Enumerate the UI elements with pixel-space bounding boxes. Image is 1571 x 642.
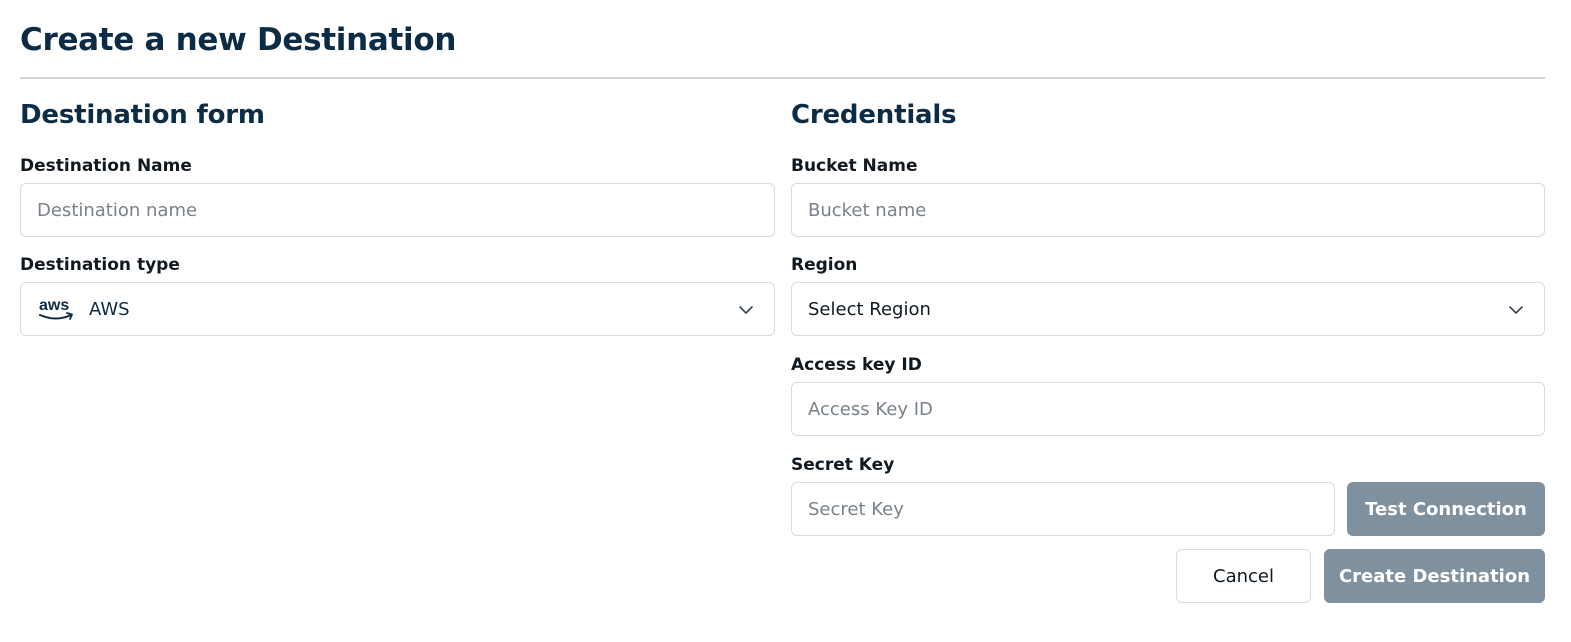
destination-type-select[interactable]: aws AWS — [20, 282, 775, 336]
chevron-down-icon — [739, 306, 753, 314]
region-value: Select Region — [808, 298, 931, 320]
svg-text:aws: aws — [39, 297, 69, 314]
chevron-down-icon — [1509, 306, 1523, 314]
cancel-button[interactable]: Cancel — [1176, 549, 1311, 603]
bucket-name-input[interactable] — [791, 183, 1545, 237]
bucket-name-label: Bucket Name — [791, 156, 918, 176]
destination-type-value: AWS — [89, 298, 130, 320]
create-destination-button[interactable]: Create Destination — [1324, 549, 1545, 603]
aws-logo-icon: aws — [39, 297, 73, 320]
credentials-title: Credentials — [791, 100, 957, 130]
secret-key-input[interactable] — [791, 482, 1335, 536]
region-label: Region — [791, 255, 858, 275]
destination-name-label: Destination Name — [20, 156, 192, 176]
test-connection-button[interactable]: Test Connection — [1347, 482, 1545, 536]
destination-type-label: Destination type — [20, 255, 180, 275]
title-divider — [20, 77, 1545, 79]
region-select[interactable]: Select Region — [791, 282, 1545, 336]
secret-key-label: Secret Key — [791, 455, 895, 475]
page-title: Create a new Destination — [20, 22, 457, 58]
access-key-input[interactable] — [791, 382, 1545, 436]
destination-name-input[interactable] — [20, 183, 775, 237]
destination-form-title: Destination form — [20, 100, 265, 130]
access-key-label: Access key ID — [791, 355, 922, 375]
